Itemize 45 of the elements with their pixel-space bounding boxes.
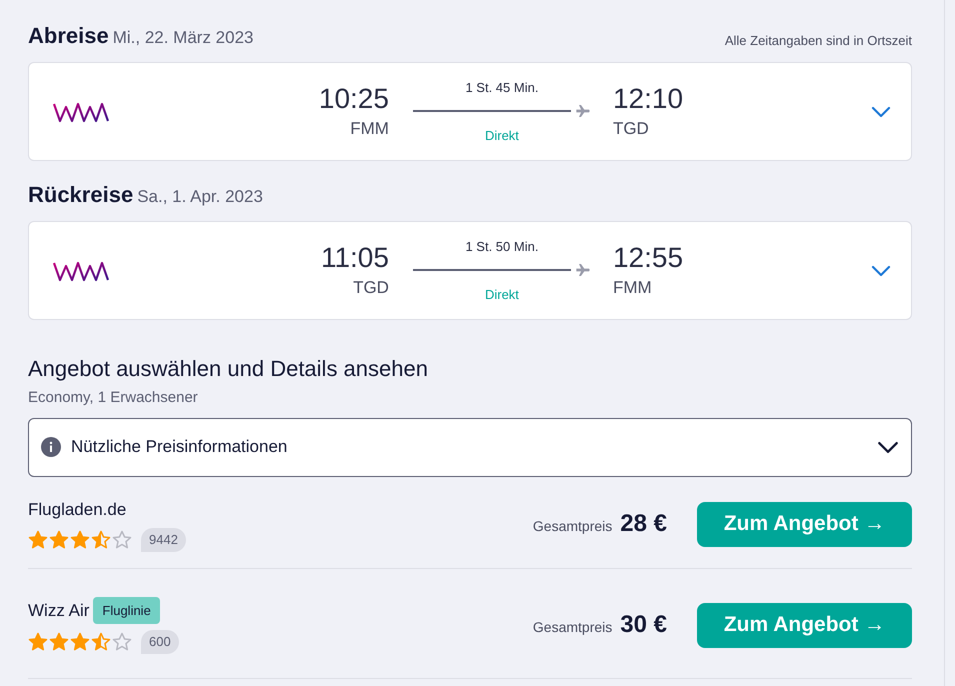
star-icon [49, 530, 69, 550]
leg-title: Abreise [28, 22, 109, 50]
leg-date: Sa., 1. Apr. 2023 [137, 186, 263, 208]
arrival-time: 12:55 [612, 240, 684, 275]
plane-icon [574, 104, 591, 118]
plane-icon [574, 262, 591, 276]
departure-time: 10:25 [318, 82, 389, 116]
provider-name: Flugladen.de [28, 498, 126, 520]
price-label: Gesamtpreis [532, 618, 612, 637]
flight-card[interactable]: 11:05 TGD 1 St. 50 Min. Direkt 12:55 FMM [28, 221, 912, 320]
departure-airport: FMM [350, 118, 389, 140]
flight-duration: 1 St. 45 Min. [465, 79, 538, 97]
star-icon [49, 632, 69, 652]
provider-name: Wizz Air [28, 600, 90, 622]
star-icon [70, 530, 90, 550]
star-icon [91, 530, 111, 550]
star-icon [28, 632, 48, 652]
review-count: 9442 [141, 528, 186, 552]
star-icon [112, 632, 132, 652]
price-info-dropdown[interactable]: Nützliche Preisinformationen [28, 418, 912, 476]
timezone-note: Alle Zeitangaben sind in Ortszeit [724, 32, 912, 50]
flight-card[interactable]: 10:25 FMM 1 St. 45 Min. Direkt 12:10 TGD [28, 62, 912, 161]
leg-title: Rückreise [28, 181, 134, 209]
departure-time: 11:05 [320, 240, 389, 275]
airline-tag: Fluglinie [93, 596, 160, 624]
stops-label: Direkt [484, 286, 519, 304]
price-label: Gesamtpreis [532, 517, 612, 536]
star-icon [91, 632, 111, 652]
flight-duration: 1 St. 50 Min. [465, 238, 538, 256]
arrival-airport: TGD [612, 118, 649, 140]
total-price: 30 € [620, 610, 667, 640]
departure-airport: TGD [353, 276, 389, 299]
star-icon [28, 530, 48, 550]
review-count: 600 [141, 630, 179, 654]
offers-title: Angebot auswählen und Details ansehen [28, 355, 429, 383]
info-icon [41, 437, 61, 457]
offers-subtitle: Economy, 1 Erwachsener [28, 388, 199, 408]
leg-date: Mi., 22. März 2023 [112, 27, 254, 49]
stops-label: Direkt [484, 126, 519, 144]
total-price: 28 € [620, 509, 667, 539]
arrival-time: 12:10 [612, 82, 684, 116]
star-icon [112, 530, 132, 550]
star-icon [70, 632, 90, 652]
arrival-airport: FMM [612, 276, 652, 299]
chevron-icon[interactable] [877, 440, 899, 454]
